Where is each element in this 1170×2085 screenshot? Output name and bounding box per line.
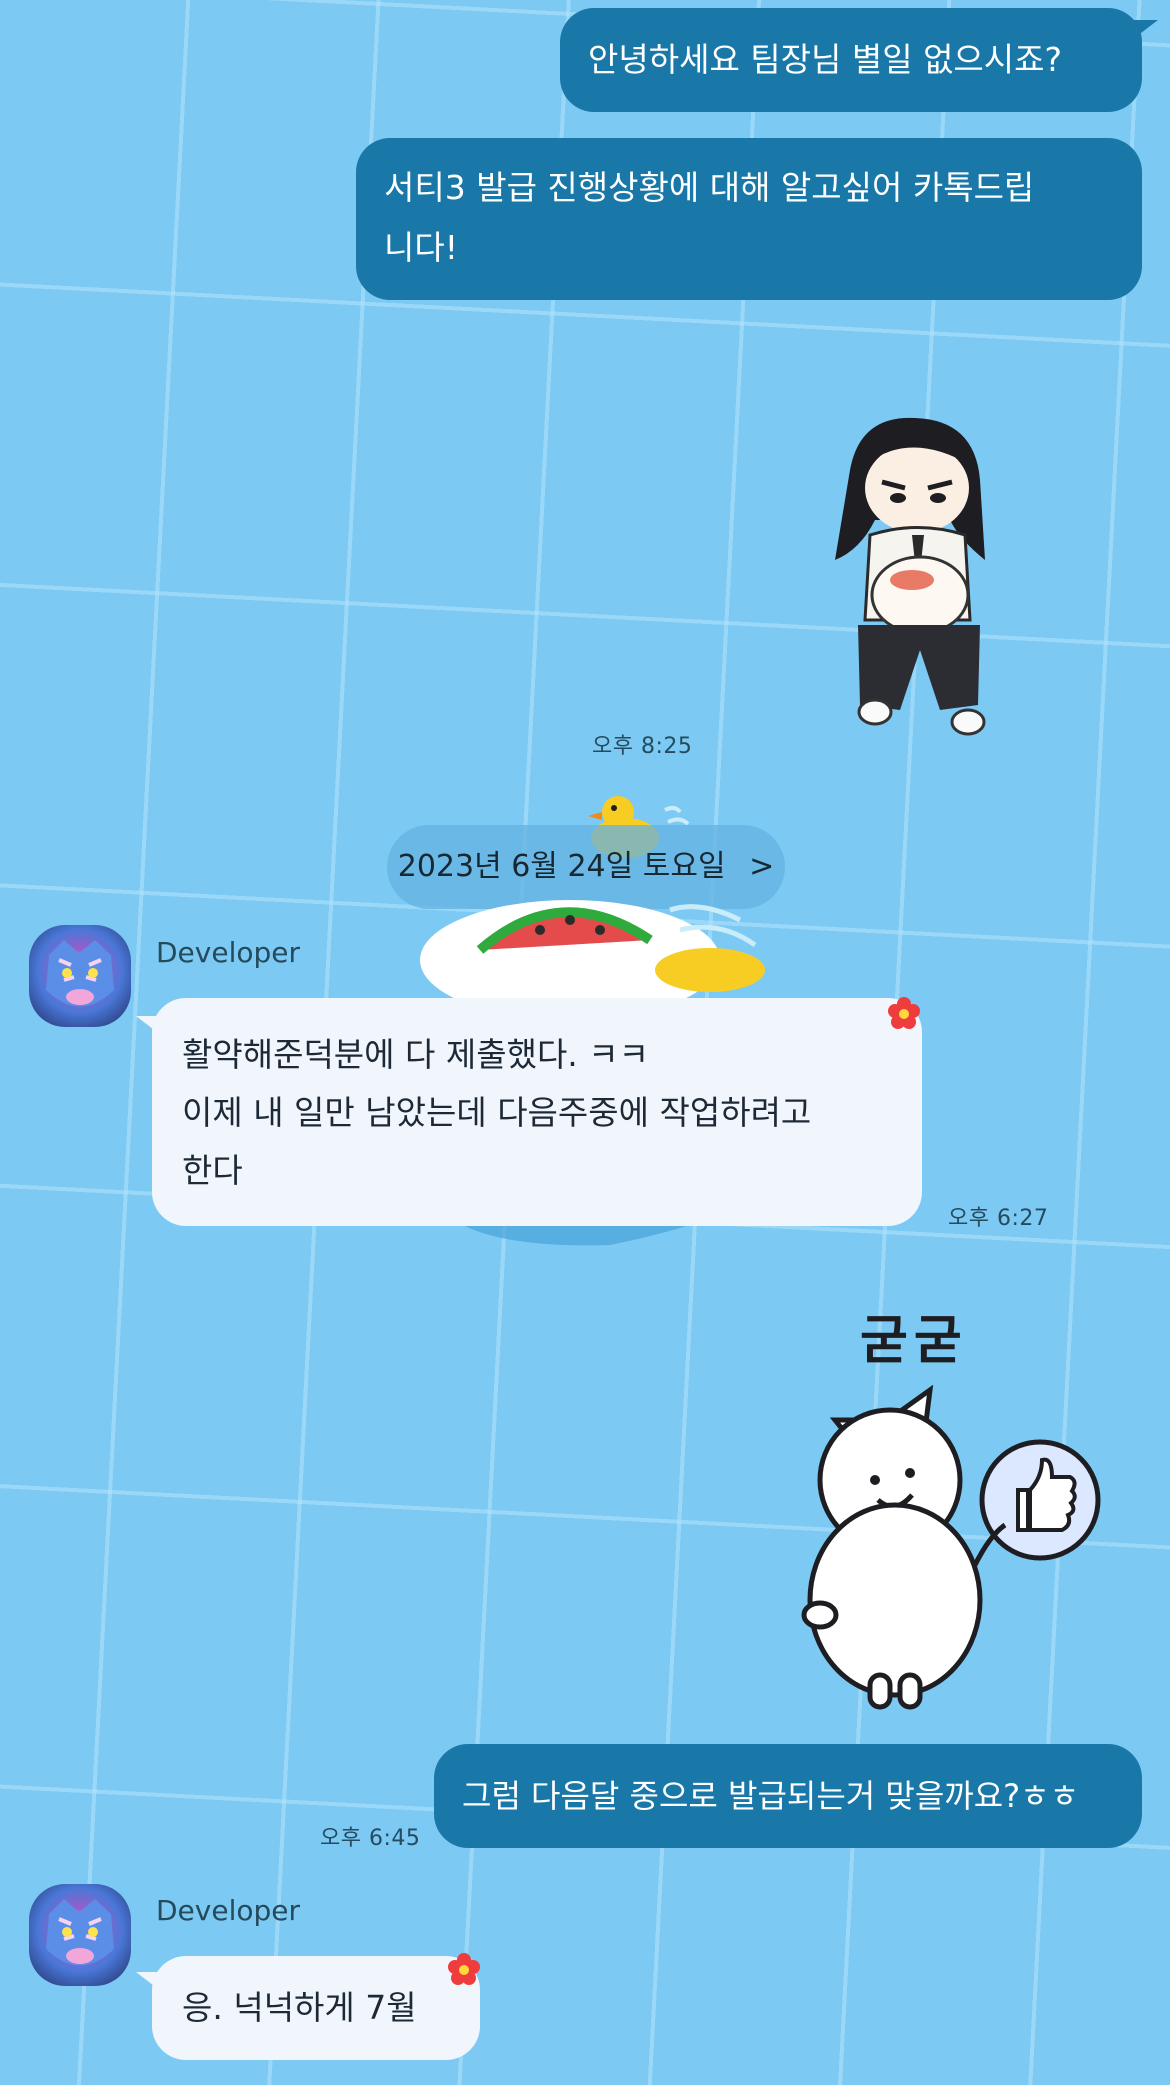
- message-text: 니다!: [384, 228, 458, 267]
- message-timestamp: 오후 8:25: [592, 734, 693, 759]
- sender-name: Developer: [156, 1894, 301, 1927]
- message-timestamp: 오후 6:27: [948, 1206, 1049, 1231]
- message-text: 안녕하세요 팀장님 별일 없으시죠?: [588, 40, 1063, 79]
- pig-thumbs-up-sticker[interactable]: [790, 1385, 1110, 1715]
- message-timestamp: 오후 6:45: [320, 1826, 421, 1851]
- outgoing-message[interactable]: 그럼 다음달 중으로 발급되는거 맞을까요?ㅎㅎ: [434, 1744, 1142, 1848]
- girl-hugging-cat-sticker[interactable]: [820, 410, 1000, 740]
- tiger-avatar-icon: [46, 1899, 114, 1966]
- sender-name: Developer: [156, 936, 301, 969]
- pig-caption: 굳굳: [860, 1311, 968, 1371]
- avatar[interactable]: [29, 925, 131, 1027]
- message-text: 서티3 발급 진행상황에 대해 알고싶어 카톡드립: [384, 168, 1035, 207]
- bubble-tail: [136, 1016, 162, 1036]
- flower-icon: [888, 997, 920, 1029]
- outgoing-message[interactable]: 안녕하세요 팀장님 별일 없으시죠?: [560, 8, 1142, 112]
- avatar[interactable]: [29, 1884, 131, 1986]
- message-text: 활약해준덕분에 다 제출했다. ㅋㅋ: [182, 1035, 649, 1074]
- date-divider[interactable]: 2023년 6월 24일 토요일 >: [387, 825, 785, 909]
- message-text: 응. 넉넉하게 7월: [182, 1988, 417, 2027]
- message-text: 한다: [182, 1151, 243, 1190]
- message-text: 이제 내 일만 남았는데 다음주중에 작업하려고: [182, 1093, 812, 1132]
- incoming-message[interactable]: 응. 넉넉하게 7월: [152, 1956, 480, 2060]
- date-divider-label: 2023년 6월 24일 토요일: [397, 849, 726, 884]
- flower-icon: [448, 1953, 480, 1985]
- outgoing-message[interactable]: 서티3 발급 진행상황에 대해 알고싶어 카톡드립 니다!: [356, 138, 1142, 300]
- bubble-tail: [1132, 20, 1158, 40]
- incoming-message[interactable]: 활약해준덕분에 다 제출했다. ㅋㅋ 이제 내 일만 남았는데 다음주중에 작업…: [152, 998, 922, 1226]
- chevron-right-icon: >: [749, 849, 775, 884]
- bubble-tail: [136, 1972, 162, 1992]
- message-text: 그럼 다음달 중으로 발급되는거 맞을까요?ㅎㅎ: [462, 1777, 1080, 1815]
- tiger-avatar-icon: [46, 940, 114, 1007]
